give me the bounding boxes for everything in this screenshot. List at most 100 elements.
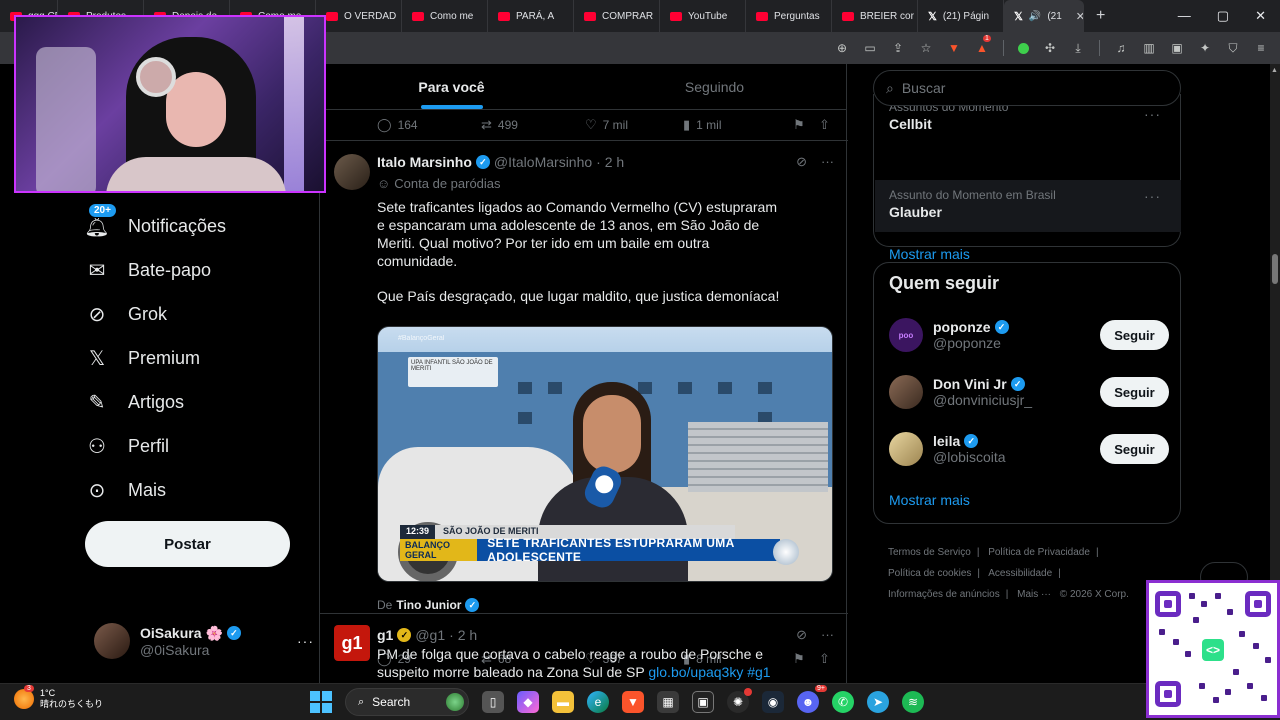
terminal-icon[interactable]: ▣ xyxy=(692,691,714,713)
attribution-name[interactable]: Tino Junior xyxy=(396,598,461,612)
steam-icon[interactable]: ◉ xyxy=(762,691,784,713)
share-icon[interactable]: ⇪ xyxy=(891,41,905,55)
bookmark-button[interactable]: ⚑ xyxy=(793,117,819,133)
browser-tab[interactable]: YouTube xyxy=(660,0,746,32)
search-input[interactable]: ⌕ Buscar xyxy=(873,70,1181,106)
windows-start-icon[interactable] xyxy=(310,691,332,713)
tab-following[interactable]: Seguindo xyxy=(583,64,846,109)
sidebar-toggle-icon[interactable]: ▥ xyxy=(1142,41,1156,55)
browser-tab[interactable]: BREIER cor xyxy=(832,0,918,32)
avatar[interactable] xyxy=(334,154,370,190)
browser-tab[interactable]: PARÁ, A xyxy=(488,0,574,32)
vpn-icon[interactable]: ⛉ xyxy=(1226,41,1240,55)
hashtag-link[interactable]: #g1 xyxy=(747,664,770,680)
scrollbar-thumb[interactable] xyxy=(1272,254,1278,284)
menu-icon[interactable]: ≡ xyxy=(1254,41,1268,55)
nav-item-articles[interactable]: ✎ Artigos xyxy=(84,380,314,424)
show-more-follow-link[interactable]: Mostrar mais xyxy=(889,492,970,508)
brave-icon[interactable]: ▼ xyxy=(622,691,644,713)
author-handle[interactable]: @ItaloMarsinho xyxy=(494,154,592,170)
close-tab-icon[interactable]: ✕ xyxy=(1076,10,1083,23)
nav-item-grok[interactable]: ⊘ Grok xyxy=(84,292,314,336)
brave-rewards-icon[interactable]: ▲ 1 xyxy=(975,35,991,55)
discord-icon[interactable]: ☻ 9+ xyxy=(797,685,827,713)
share-button[interactable]: ⇧ xyxy=(819,651,830,667)
tweet-time[interactable]: · 2 h xyxy=(596,154,624,170)
more-options-icon[interactable]: ··· xyxy=(821,154,834,170)
reply-button[interactable]: ◯ 164 xyxy=(377,117,481,133)
music-icon[interactable]: ♫ xyxy=(1114,41,1128,55)
extensions-icon[interactable]: ✣ xyxy=(1043,41,1057,55)
repost-button[interactable]: ⇄ 499 xyxy=(481,117,585,133)
browser-tab[interactable]: 𝕏 (21) Págin xyxy=(918,0,1004,32)
footer-link[interactable]: Mais ··· xyxy=(1017,589,1051,600)
browser-tab[interactable]: O VERDAD xyxy=(316,0,402,32)
follow-button[interactable]: Seguir xyxy=(1100,320,1169,350)
browser-tab[interactable]: COMPRAR xyxy=(574,0,660,32)
footer-link[interactable]: Acessibilidade xyxy=(988,568,1052,579)
scroll-up-arrow[interactable]: ▲ xyxy=(1271,67,1278,74)
nav-item-chat[interactable]: ✉ Bate-papo xyxy=(84,248,314,292)
file-icon[interactable]: ▯ xyxy=(482,691,504,713)
grok-explain-icon[interactable]: ⊘ xyxy=(796,627,807,643)
nav-item-premium[interactable]: 𝕏 Premium xyxy=(84,336,314,380)
leo-ai-icon[interactable]: ✦ xyxy=(1198,41,1212,55)
browser-tab[interactable]: Perguntas xyxy=(746,0,832,32)
views-button[interactable]: ▮ 1 mil xyxy=(683,117,793,133)
account-switcher[interactable]: OiSakura 🌸 ✓ @0iSakura ··· xyxy=(94,623,314,659)
grok-explain-icon[interactable]: ⊘ xyxy=(796,154,807,170)
tab-for-you[interactable]: Para você xyxy=(320,64,583,109)
chatgpt-icon[interactable]: ✺ xyxy=(727,688,752,713)
spotify-icon[interactable]: ≋ xyxy=(902,691,924,713)
browser-tab-active[interactable]: 𝕏🔊(21✕ xyxy=(1004,0,1084,32)
edge-icon[interactable]: e xyxy=(587,691,609,713)
more-options-icon[interactable]: ··· xyxy=(821,627,834,643)
footer-link[interactable]: Informações de anúncios xyxy=(888,589,1000,600)
like-button[interactable]: ♡ 7 mil xyxy=(585,117,683,133)
bookmark-star-icon[interactable]: ☆ xyxy=(919,41,933,55)
tweet-link[interactable]: glo.bo/upaq3ky xyxy=(648,664,743,680)
follow-suggestion[interactable]: Don Vini Jr ✓ @donviniciusjr_ Seguir xyxy=(889,372,1169,412)
footer-link[interactable]: Termos de Serviço xyxy=(888,547,971,558)
share-button[interactable]: ⇧ xyxy=(819,117,830,133)
avatar[interactable]: g1 xyxy=(334,625,370,661)
maximize-button[interactable]: ▢ xyxy=(1217,8,1229,24)
copilot-icon[interactable]: ◆ xyxy=(517,691,539,713)
trend-item[interactable]: Assuntos do Momento Cellbit ··· xyxy=(889,106,1169,132)
follow-suggestion[interactable]: poo poponze ✓ @poponze Seguir xyxy=(889,315,1169,355)
more-options-icon[interactable]: ··· xyxy=(1144,188,1161,204)
cast-icon[interactable]: ▭ xyxy=(863,41,877,55)
follow-suggestion[interactable]: leila ✓ @lobiscoita Seguir xyxy=(889,429,1169,469)
nav-item-profile[interactable]: ⚇ Perfil xyxy=(84,424,314,468)
more-options-icon[interactable]: ··· xyxy=(1144,106,1161,122)
brave-shield-icon[interactable]: ▼ xyxy=(947,41,961,55)
more-options-icon[interactable]: ··· xyxy=(297,633,314,649)
taskbar-search[interactable]: ⌕ Search xyxy=(345,688,469,716)
nav-item-notifications[interactable]: 🔔︎ 20+ Notificações xyxy=(84,203,314,248)
tweet-video[interactable]: UPA INFANTIL SÃO JOÃO DE MERITI #Balanço… xyxy=(377,326,833,582)
nav-item-more[interactable]: ⊙ Mais xyxy=(84,468,314,512)
tweet-time[interactable]: · 2 h xyxy=(449,627,477,643)
telegram-icon[interactable]: ➤ xyxy=(867,691,889,713)
weather-widget[interactable]: 3 1°C 晴れのちくもり xyxy=(14,685,103,710)
whatsapp-icon[interactable]: ✆ xyxy=(832,691,854,713)
show-more-trends-link[interactable]: Mostrar mais xyxy=(889,246,970,262)
author-handle[interactable]: @g1 xyxy=(415,627,445,643)
browser-tab[interactable]: Como me xyxy=(402,0,488,32)
footer-link[interactable]: Política de Privacidade xyxy=(988,547,1090,558)
follow-button[interactable]: Seguir xyxy=(1100,377,1169,407)
trend-item[interactable]: Assunto do Momento em Brasil Glauber ··· xyxy=(889,188,1169,220)
author-name[interactable]: g1 xyxy=(377,627,393,643)
footer-link[interactable]: Política de cookies xyxy=(888,568,971,579)
follow-button[interactable]: Seguir xyxy=(1100,434,1169,464)
post-button[interactable]: Postar xyxy=(85,521,290,567)
vpn-status-icon[interactable] xyxy=(1018,42,1029,54)
store-icon[interactable]: ▦ xyxy=(657,691,679,713)
new-tab-button[interactable]: + xyxy=(1084,7,1117,25)
zoom-icon[interactable]: ⊕ xyxy=(835,41,849,55)
wallet-icon[interactable]: ▣ xyxy=(1170,41,1184,55)
close-window-button[interactable]: ✕ xyxy=(1255,8,1266,24)
author-name[interactable]: Italo Marsinho xyxy=(377,154,472,170)
download-icon[interactable]: ⤓ xyxy=(1071,41,1085,55)
minimize-button[interactable]: — xyxy=(1178,8,1191,24)
